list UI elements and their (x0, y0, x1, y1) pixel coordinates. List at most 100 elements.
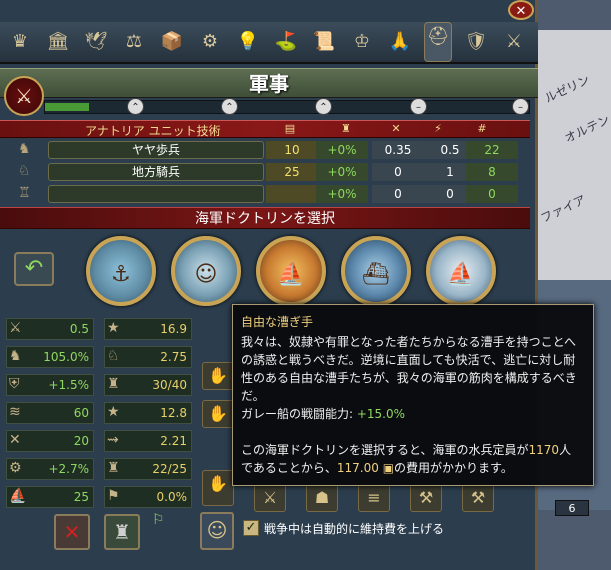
unit-name[interactable]: 地方騎兵 (48, 163, 264, 181)
unit-row[interactable]: ♞ ヤヤ歩兵 10 +0% 0.35 0.5 22 (0, 140, 530, 160)
shield-icon[interactable]: 🛡 (462, 28, 490, 56)
sailor-value: 1170 (528, 443, 560, 457)
harbor-icon[interactable]: ⛵ (256, 236, 326, 306)
count-icon: # (477, 122, 487, 135)
doctrine-header: 海軍ドクトリンを選択 (0, 207, 530, 229)
unit-stat-cell: 0 (372, 185, 424, 203)
government-icon[interactable]: 🏛 (44, 28, 72, 56)
unit-row[interactable]: ♘ 地方騎兵 25 +0% 0 1 8 (0, 162, 530, 182)
auto-maintenance-checkbox[interactable]: ✓ (243, 520, 259, 536)
unit-name[interactable] (48, 185, 264, 203)
back-button[interactable]: ↶ (14, 252, 54, 286)
tooltip-title: 自由な漕ぎ手 (241, 315, 314, 329)
doctrine-option-glyph: ☺ (194, 262, 218, 287)
policy-button[interactable]: ✋ (202, 400, 234, 428)
army-count-badge[interactable]: 6 (555, 500, 589, 516)
doctrine-title: 海軍ドクトリンを選択 (195, 211, 335, 227)
military-icon[interactable]: ⛑ (424, 22, 452, 62)
stat-cell[interactable]: ⛵ 25 (6, 486, 94, 508)
swords-icon[interactable]: ⚔ (500, 28, 528, 56)
unit-stat-cell: 22 (466, 141, 518, 159)
galley-label: ガレー船の戦闘能力: (241, 407, 357, 421)
trade-icon[interactable]: 📦 (158, 28, 186, 56)
dove-icon[interactable]: 🕊 (82, 28, 110, 56)
stat-value: 20 (73, 434, 89, 448)
title-banner: 軍事 (0, 68, 538, 98)
discipline-icon: ✕ (391, 122, 401, 135)
sail-icon[interactable]: ⛵ (426, 236, 496, 306)
stat-value: 60 (73, 406, 89, 420)
unit-stat-cell: +0% (316, 185, 368, 203)
ducats-icon: ▣ (378, 461, 395, 475)
stat-cell[interactable]: ≋ 60 (6, 402, 94, 424)
morale-icon: ♜ (341, 122, 351, 135)
idea-icon[interactable]: 💡 (234, 28, 262, 56)
stat-cell[interactable]: ♞ 105.0% (6, 346, 94, 368)
tech-level-marker: ⌃ (127, 98, 144, 115)
cannon-icon: ≋ (9, 404, 21, 420)
doctrine-option-glyph: ⚓ (111, 262, 131, 287)
policy-button[interactable]: ⚒ (462, 484, 494, 512)
port-icon[interactable]: ⚓ (86, 236, 156, 306)
policy-button[interactable]: ⚔ (254, 484, 286, 512)
stat-value: 0.5 (69, 322, 89, 336)
religion-icon[interactable]: 🙏 (386, 28, 414, 56)
unit-tech-title: アナトリア ユニット技術 (85, 124, 221, 138)
unit-name[interactable]: ヤヤ歩兵 (48, 141, 264, 159)
unit-stat-cell: 0 (372, 163, 424, 181)
cost-value: 117.00 (336, 461, 379, 475)
unit-stat-cell (266, 185, 318, 203)
galley-value: +15.0% (356, 407, 406, 421)
production-icon[interactable]: ⚙ (196, 28, 224, 56)
unit-row[interactable]: ♖ +0% 0 0 0 (0, 184, 530, 204)
stat-value: 30/40 (152, 378, 187, 392)
policy-button[interactable]: ≡ (358, 484, 390, 512)
unit-stat-cell: 25 (266, 163, 318, 181)
stat-cell[interactable]: ✕ 20 (6, 430, 94, 452)
military-emblem-icon: ⚔ (4, 76, 44, 116)
infantry-icon: ⚔ (9, 320, 22, 336)
stat-value: 2.75 (160, 350, 187, 364)
disband-icon[interactable]: ✕ (54, 514, 90, 550)
scroll-icon[interactable]: 📜 (310, 28, 338, 56)
regiment-icon: ♜ (107, 460, 120, 476)
sailor-icon[interactable]: ☺ (171, 236, 241, 306)
stat-cell[interactable]: ♜ 22/25 (104, 458, 192, 480)
crossed-swords-icon: ✕ (9, 432, 21, 448)
stat-cell[interactable]: ⇝ 2.21 (104, 430, 192, 452)
policy-button[interactable]: ⚒ (410, 484, 442, 512)
stat-cell[interactable]: ★ 16.9 (104, 318, 192, 340)
doctrine-option-glyph: ⛵ (447, 262, 475, 287)
crown-icon[interactable]: ♛ (6, 28, 34, 56)
fleet-icon[interactable]: ⛴ (341, 236, 411, 306)
policy-button[interactable]: ✋ (202, 362, 234, 390)
close-icon[interactable]: ✕ (508, 0, 534, 20)
stat-value: 12.8 (160, 406, 187, 420)
policy-button[interactable]: ☗ (306, 484, 338, 512)
flag-icon: ⚑ (107, 488, 120, 504)
stat-cell[interactable]: ♘ 2.75 (104, 346, 192, 368)
ship-icon: ⛵ (9, 488, 27, 504)
unit-stat-cell: +0% (316, 163, 368, 181)
tooltip-cost-line1: この海軍ドクトリンを選択すると、海軍の水兵定員が1170人 (241, 441, 585, 459)
tooltip-cost-line2: であることから、117.00 ▣の費用がかかります。 (241, 459, 585, 477)
doctrine-option-glyph: ⛴ (362, 262, 390, 287)
stat-cell[interactable]: ⚔ 0.5 (6, 318, 94, 340)
policy-button[interactable]: ✋ (202, 470, 234, 506)
advisor-portrait[interactable]: ☺ (200, 512, 234, 550)
stat-cell[interactable]: ♜ 30/40 (104, 374, 192, 396)
economy-icon[interactable]: ⚖ (120, 28, 148, 56)
stat-cell[interactable]: ⛨ +1.5% (6, 374, 94, 396)
stat-cell[interactable]: ⚑ 0.0% (104, 486, 192, 508)
unit-stat-cell: 0 (466, 185, 518, 203)
estates-icon[interactable]: ♔ (348, 28, 376, 56)
stat-cell[interactable]: ★ 12.8 (104, 402, 192, 424)
cost-text: この海軍ドクトリンを選択すると、海軍の水兵定員が (241, 443, 529, 457)
stat-cell[interactable]: ⚙ +2.7% (6, 458, 94, 480)
speed-icon: ⚡ (434, 122, 442, 135)
flag-icon[interactable]: ⛳ (272, 28, 300, 56)
fort-icon[interactable]: ♜ (104, 514, 140, 550)
military-panel: ✕ ♛ 🏛 🕊 ⚖ 📦 ⚙ 💡 ⛳ 📜 ♔ 🙏 ⛑ 🛡 ⚔ 軍事 ⚔ ⌃ ⌃ ⌃ – – アナトリア ユニット技術… (0, 0, 594, 570)
cannon-range-icon: ⇝ (107, 432, 119, 448)
unit-stat-cell: 10 (266, 141, 318, 159)
